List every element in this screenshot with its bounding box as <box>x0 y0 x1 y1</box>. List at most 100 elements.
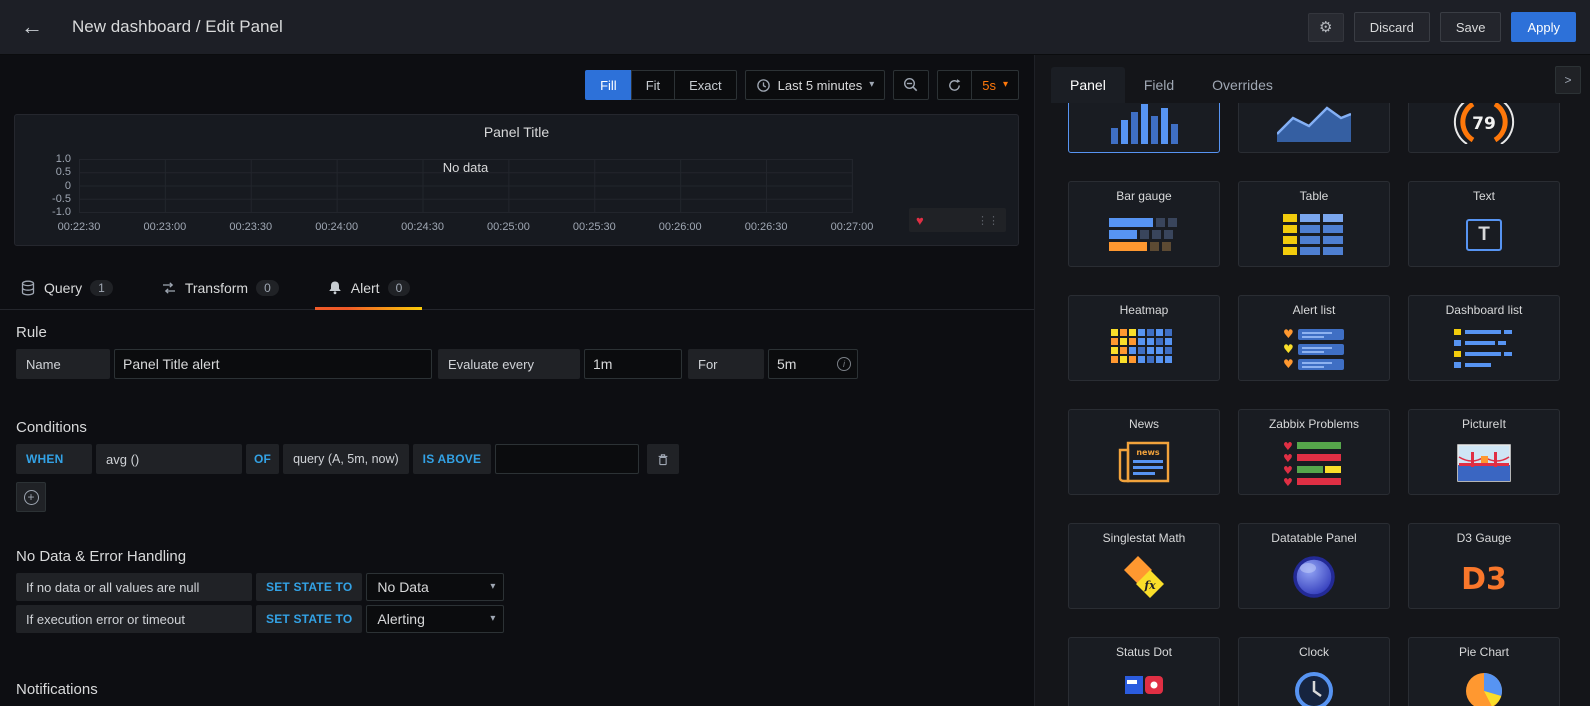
x-tick: 00:26:00 <box>658 221 702 233</box>
dashboard-list-icon <box>1409 318 1559 380</box>
query-count-badge: 1 <box>90 279 113 296</box>
top-header: ← New dashboard / Edit Panel ⚙ Discard S… <box>0 0 1590 55</box>
viz-card-pictureit[interactable]: PictureIt <box>1408 409 1560 495</box>
drag-handle[interactable]: ⋮⋮ <box>977 214 999 227</box>
exact-mode-button[interactable]: Exact <box>674 70 737 100</box>
for-input-wrap: i <box>768 349 858 379</box>
evaluate-interval-input[interactable] <box>584 349 682 379</box>
time-range-picker[interactable]: Last 5 minutes ▾ <box>744 70 886 100</box>
heatmap-icon <box>1069 318 1219 380</box>
sidebar-tab-field[interactable]: Field <box>1125 67 1193 103</box>
viz-card-datatable-panel[interactable]: Datatable Panel <box>1238 523 1390 609</box>
tab-alert[interactable]: Alert 0 <box>314 266 423 310</box>
y-tick: 1.0 <box>55 153 71 165</box>
aggregation-dropdown[interactable]: avg () <box>96 444 242 474</box>
panel-editor: Fill Fit Exact Last 5 minutes ▾ 5s ▾ Pan… <box>0 55 1035 706</box>
editor-tab-bar: Query 1 Transform 0 Alert 0 <box>0 266 1034 310</box>
size-mode-group: Fill Fit Exact <box>585 70 737 100</box>
preview-toolbar: Fill Fit Exact Last 5 minutes ▾ 5s ▾ <box>14 70 1019 100</box>
refresh-button[interactable] <box>937 70 973 100</box>
page-title: New dashboard / Edit Panel <box>72 17 283 36</box>
no-data-heading: No Data & Error Handling <box>16 548 187 565</box>
query-part-dropdown[interactable]: query (A, 5m, now) <box>283 444 409 474</box>
status-dot-icon <box>1069 660 1219 706</box>
refresh-group: 5s ▾ <box>937 70 1019 100</box>
refresh-interval-picker[interactable]: 5s ▾ <box>971 70 1019 100</box>
database-icon <box>21 280 35 295</box>
sidebar-tab-overrides[interactable]: Overrides <box>1193 67 1292 103</box>
tab-transform[interactable]: Transform 0 <box>157 266 283 309</box>
fill-mode-button[interactable]: Fill <box>585 70 632 100</box>
chevron-down-icon: ▾ <box>490 613 496 624</box>
alert-form: Rule Name Evaluate every For i Condition… <box>0 324 1034 698</box>
news-icon: news <box>1069 432 1219 494</box>
discard-button[interactable]: Discard <box>1353 12 1430 42</box>
back-button[interactable]: ← <box>14 9 50 45</box>
settings-button[interactable]: ⚙ <box>1307 12 1344 42</box>
pie-chart-icon <box>1409 660 1559 706</box>
transform-count-badge: 0 <box>256 279 279 296</box>
rule-name-input[interactable] <box>114 349 432 379</box>
fit-mode-button[interactable]: Fit <box>630 70 676 100</box>
tab-alert-label: Alert <box>350 279 380 296</box>
viz-card-singlestat-math[interactable]: Singlestat Math fx <box>1068 523 1220 609</box>
viz-card-pie-chart[interactable]: Pie Chart <box>1408 637 1560 706</box>
viz-card-dashboard-list[interactable]: Dashboard list <box>1408 295 1560 381</box>
x-tick: 00:26:30 <box>744 221 788 233</box>
chevron-down-icon: ▾ <box>1002 79 1008 90</box>
when-label: WHEN <box>16 444 92 474</box>
no-data-state-select[interactable]: No Data ▾ <box>366 573 505 601</box>
threshold-input[interactable] <box>495 444 640 474</box>
delete-condition-button[interactable] <box>647 444 680 474</box>
of-label: OF <box>246 444 280 474</box>
evaluate-every-label: Evaluate every <box>438 349 580 379</box>
error-state-select[interactable]: Alerting ▾ <box>366 605 505 633</box>
tab-transform-label: Transform <box>184 279 249 296</box>
viz-card-status-dot[interactable]: Status Dot <box>1068 637 1220 706</box>
x-tick: 00:24:00 <box>315 221 359 233</box>
transform-icon <box>162 281 175 294</box>
no-data-row: If no data or all values are null SET ST… <box>16 573 1034 601</box>
viz-card-heatmap[interactable]: Heatmap <box>1068 295 1220 381</box>
svg-text:♥: ♥ <box>1283 476 1293 486</box>
svg-text:♥: ♥ <box>1283 327 1294 341</box>
y-tick: -1.0 <box>52 206 71 218</box>
viz-card-bar-gauge[interactable]: Bar gauge <box>1068 181 1220 267</box>
viz-card-zabbix-problems[interactable]: Zabbix Problems ♥ ♥ ♥ ♥ <box>1238 409 1390 495</box>
svg-text:news: news <box>1136 448 1160 457</box>
zabbix-problems-icon: ♥ ♥ ♥ ♥ <box>1239 432 1389 494</box>
no-data-state-value: No Data <box>377 579 429 595</box>
y-tick: 0 <box>64 179 71 192</box>
name-label: Name <box>16 349 110 379</box>
refresh-icon <box>949 78 961 91</box>
add-condition-button[interactable]: + <box>16 482 46 512</box>
save-button[interactable]: Save <box>1439 12 1502 42</box>
gear-icon: ⚙ <box>1319 19 1333 36</box>
clock-panel-icon <box>1239 660 1389 706</box>
tab-query-label: Query <box>44 279 83 296</box>
bell-icon <box>328 281 341 294</box>
zoom-out-button[interactable] <box>893 70 930 100</box>
viz-card-text[interactable]: Text T <box>1408 181 1560 267</box>
apply-button[interactable]: Apply <box>1511 12 1576 42</box>
collapse-sidebar-button[interactable]: > <box>1555 66 1581 94</box>
content-area: Fill Fit Exact Last 5 minutes ▾ 5s ▾ Pan… <box>0 55 1590 706</box>
x-tick: 00:24:30 <box>401 221 444 233</box>
y-tick: -0.5 <box>52 192 71 205</box>
set-state-label: SET STATE TO <box>256 573 363 601</box>
alert-list-icon: ♥ ♥ ♥ <box>1239 318 1389 380</box>
viz-card-alert-list[interactable]: Alert list ♥ ♥ ♥ <box>1238 295 1390 381</box>
sidebar-tab-bar: Panel Field Overrides > <box>1035 55 1590 103</box>
viz-card-news[interactable]: News news <box>1068 409 1220 495</box>
viz-card-clock[interactable]: Clock <box>1238 637 1390 706</box>
x-tick: 00:23:00 <box>143 221 187 233</box>
viz-card-d3-gauge[interactable]: D3 Gauge D3 <box>1408 523 1560 609</box>
sidebar-tab-panel[interactable]: Panel <box>1051 67 1125 103</box>
viz-card-table[interactable]: Table <box>1238 181 1390 267</box>
alert-heart-icon: ♥ <box>916 212 924 228</box>
bar-gauge-icon <box>1069 204 1219 266</box>
pictureit-icon <box>1409 432 1559 494</box>
chevron-down-icon: ▾ <box>490 581 496 592</box>
tab-query[interactable]: Query 1 <box>16 266 117 309</box>
evaluator-dropdown[interactable]: IS ABOVE <box>412 444 492 474</box>
